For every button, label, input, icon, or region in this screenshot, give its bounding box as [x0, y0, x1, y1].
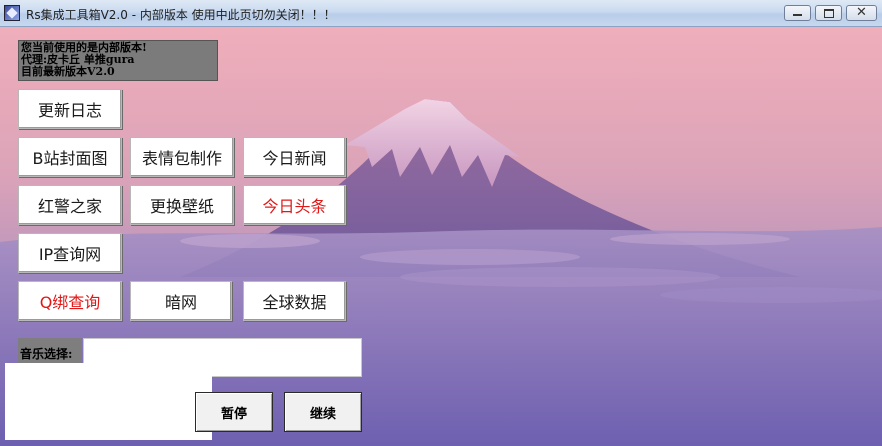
bili-cover-button[interactable]: B站封面图 — [18, 137, 122, 177]
today-headlines-button[interactable]: 今日头条 — [243, 185, 346, 225]
client-area: 您当前使用的是内部版本! 代理:皮卡丘 单推gura 目前最新版本V2.0 更新… — [0, 27, 882, 446]
change-wallpaper-button[interactable]: 更换壁纸 — [130, 185, 234, 225]
pause-button[interactable]: 暂停 — [195, 392, 273, 432]
music-select-label: 音乐选择: — [18, 338, 82, 366]
qq-bind-lookup-button[interactable]: Q绑查询 — [18, 281, 122, 321]
version-info-box: 您当前使用的是内部版本! 代理:皮卡丘 单推gura 目前最新版本V2.0 — [18, 40, 218, 81]
title-bar: Rs集成工具箱V2.0 - 内部版本 使用中此页切勿关闭！！！ ✕ — [0, 0, 882, 27]
info-line: 目前最新版本V2.0 — [21, 65, 115, 78]
ip-lookup-button[interactable]: IP查询网 — [18, 233, 122, 273]
music-list-panel[interactable] — [5, 363, 212, 440]
resume-button[interactable]: 继续 — [284, 392, 362, 432]
minimize-icon — [785, 6, 810, 20]
maximize-button[interactable] — [815, 5, 842, 21]
meme-maker-button[interactable]: 表情包制作 — [130, 137, 234, 177]
app-icon — [4, 5, 20, 21]
minimize-button[interactable] — [784, 5, 811, 21]
close-button[interactable]: ✕ — [846, 5, 877, 21]
maximize-icon — [816, 6, 841, 20]
today-news-button[interactable]: 今日新闻 — [243, 137, 346, 177]
global-data-button[interactable]: 全球数据 — [243, 281, 346, 321]
close-icon: ✕ — [856, 5, 867, 20]
redalert-home-button[interactable]: 红警之家 — [18, 185, 122, 225]
changelog-button[interactable]: 更新日志 — [18, 89, 122, 129]
window-title: Rs集成工具箱V2.0 - 内部版本 使用中此页切勿关闭！！！ — [26, 8, 336, 22]
dark-web-button[interactable]: 暗网 — [130, 281, 232, 321]
